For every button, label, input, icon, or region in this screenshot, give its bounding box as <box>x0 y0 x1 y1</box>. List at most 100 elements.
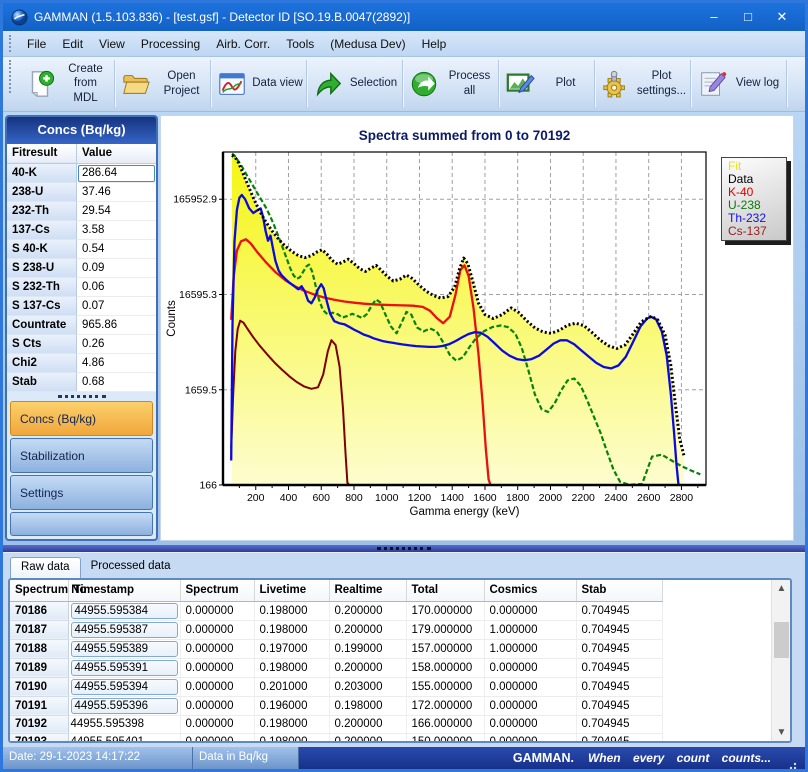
timestamp-cell[interactable]: 44955.595387 <box>68 620 180 639</box>
spectrum-no-cell[interactable]: 70187 <box>10 620 68 639</box>
column-header-total[interactable]: Total <box>406 580 484 601</box>
minimize-button[interactable]: – <box>697 4 731 30</box>
svg-text:2000: 2000 <box>539 492 563 504</box>
table-row[interactable]: 7018644955.5953840.0000000.1980000.20000… <box>10 601 662 620</box>
scrollbar-thumb[interactable] <box>774 622 789 658</box>
scroll-up-icon[interactable]: ▲ <box>772 580 791 597</box>
fit-row-s-cts: S Cts0.26 <box>7 335 156 354</box>
menu-item-airb-corr[interactable]: Airb. Corr. <box>208 33 278 55</box>
menubar-grip[interactable] <box>9 35 14 53</box>
fit-value[interactable]: 37.46 <box>77 183 156 202</box>
main-area: Concs (Bq/kg) FitresultValue40-K286.6423… <box>3 112 805 545</box>
menu-item-edit[interactable]: Edit <box>54 33 91 55</box>
table-row[interactable]: 7019044955.5953940.0000000.2010000.20300… <box>10 677 662 696</box>
fit-value[interactable]: 0.68 <box>77 373 156 392</box>
timestamp-box[interactable]: 44955.595384 <box>71 603 178 619</box>
fit-value[interactable]: 0.06 <box>77 278 156 297</box>
fit-value[interactable]: 29.54 <box>77 202 156 221</box>
menu-item-processing[interactable]: Processing <box>133 33 208 55</box>
maximize-button[interactable]: □ <box>731 4 765 30</box>
nav-button-concs-bq-kg[interactable]: Concs (Bq/kg) <box>10 401 153 436</box>
timestamp-cell[interactable]: 44955.595401 <box>68 733 180 743</box>
timestamp-cell[interactable]: 44955.595398 <box>68 715 180 733</box>
toolbar-button-plot-settings[interactable]: Plot settings... <box>595 60 691 107</box>
fit-value[interactable]: 4.86 <box>77 354 156 373</box>
fit-table-header: FitresultValue <box>7 144 156 164</box>
column-header-livetime[interactable]: Livetime <box>254 580 329 601</box>
fit-value[interactable]: 0.54 <box>77 240 156 259</box>
spectrum-no-cell[interactable]: 70191 <box>10 696 68 715</box>
results-splitter[interactable] <box>7 392 156 401</box>
nav-button-stabilization[interactable]: Stabilization <box>10 438 153 473</box>
menu-item-help[interactable]: Help <box>414 33 455 55</box>
data-cell: 170.000000 <box>406 601 484 620</box>
timestamp-cell[interactable]: 44955.595394 <box>68 677 180 696</box>
table-row[interactable]: 7018944955.5953910.0000000.1980000.20000… <box>10 658 662 677</box>
toolbar-button-open-project[interactable]: Open Project <box>115 60 211 107</box>
data-cell: 155.000000 <box>406 677 484 696</box>
toolbar-grip[interactable] <box>9 60 14 93</box>
data-cell: 0.000000 <box>484 715 576 733</box>
timestamp-box[interactable]: 44955.595394 <box>71 679 178 695</box>
toolbar-button-data-view[interactable]: Data view <box>211 60 307 107</box>
timestamp-cell[interactable]: 44955.595391 <box>68 658 180 677</box>
data-cell: 0.704945 <box>576 601 662 620</box>
timestamp-box[interactable]: 44955.595389 <box>71 641 178 657</box>
timestamp-cell[interactable]: 44955.595384 <box>68 601 180 620</box>
spectrum-no-cell[interactable]: 70186 <box>10 601 68 620</box>
column-header-spectrum-no[interactable]: Spectrum No <box>10 580 68 601</box>
tab-raw-data[interactable]: Raw data <box>10 557 81 578</box>
menu-item-view[interactable]: View <box>91 33 133 55</box>
resize-grip-icon[interactable] <box>787 757 797 767</box>
spectrum-no-cell[interactable]: 70192 <box>10 715 68 733</box>
menu-item-file[interactable]: File <box>19 33 54 55</box>
window-title: GAMMAN (1.5.103.836) - [test.gsf] - Dete… <box>34 10 697 24</box>
column-header-stab[interactable]: Stab <box>576 580 662 601</box>
table-row[interactable]: 7019244955.5953980.0000000.1980000.20000… <box>10 715 662 733</box>
timestamp-box[interactable]: 44955.595396 <box>71 698 178 714</box>
spectrum-no-cell[interactable]: 70189 <box>10 658 68 677</box>
horizontal-splitter[interactable] <box>3 545 805 553</box>
fit-label: S 137-Cs <box>7 297 77 316</box>
fit-value[interactable]: 0.26 <box>77 335 156 354</box>
fit-value[interactable]: 0.09 <box>77 259 156 278</box>
column-header-realtime[interactable]: Realtime <box>329 580 406 601</box>
data-cell: 157.000000 <box>406 639 484 658</box>
nav-button-blank[interactable] <box>10 512 153 536</box>
raw-data-table: Spectrum NoTimestampSpectrumLivetimeReal… <box>10 580 663 743</box>
column-header-timestamp[interactable]: Timestamp <box>68 580 180 601</box>
table-row[interactable]: 7018844955.5953890.0000000.1970000.19900… <box>10 639 662 658</box>
menu-item-tools[interactable]: Tools <box>278 33 322 55</box>
menu-item-medusa-dev[interactable]: (Medusa Dev) <box>322 33 413 55</box>
table-row[interactable]: 7019344955.5954010.0000000.1980000.20000… <box>10 733 662 743</box>
svg-text:2600: 2600 <box>637 492 661 504</box>
toolbar-button-plot[interactable]: Plot <box>499 60 595 107</box>
timestamp-cell[interactable]: 44955.595396 <box>68 696 180 715</box>
toolbar-button-view-log[interactable]: View log <box>691 60 787 107</box>
table-row[interactable]: 7018744955.5953870.0000000.1980000.20000… <box>10 620 662 639</box>
column-header-spectrum[interactable]: Spectrum <box>180 580 254 601</box>
spectrum-no-cell[interactable]: 70188 <box>10 639 68 658</box>
selection-arrow-icon <box>313 69 343 99</box>
brand-text: GAMMAN. <box>513 751 574 765</box>
spectrum-no-cell[interactable]: 70193 <box>10 733 68 743</box>
scroll-down-icon[interactable]: ▼ <box>772 724 791 741</box>
spectrum-no-cell[interactable]: 70190 <box>10 677 68 696</box>
nav-button-settings[interactable]: Settings <box>10 475 153 510</box>
fit-value[interactable]: 0.07 <box>77 297 156 316</box>
table-row[interactable]: 7019144955.5953960.0000000.1960000.19800… <box>10 696 662 715</box>
column-header-cosmics[interactable]: Cosmics <box>484 580 576 601</box>
toolbar-button-selection[interactable]: Selection <box>307 60 403 107</box>
fit-value[interactable]: 3.58 <box>77 221 156 240</box>
tab-processed-data[interactable]: Processed data <box>81 557 181 578</box>
table-scrollbar[interactable]: ▲ ▼ <box>771 580 790 741</box>
toolbar-button-process-all[interactable]: Process all <box>403 60 499 107</box>
fit-value[interactable]: 965.86 <box>77 316 156 335</box>
timestamp-cell[interactable]: 44955.595389 <box>68 639 180 658</box>
results-nav: Concs (Bq/kg)StabilizationSettings <box>7 401 156 536</box>
close-button[interactable]: ✕ <box>765 4 799 30</box>
fit-value[interactable]: 286.64 <box>77 164 156 183</box>
timestamp-box[interactable]: 44955.595391 <box>71 660 178 676</box>
toolbar-button-create-from-mdl[interactable]: Create from MDL <box>19 60 115 107</box>
timestamp-box[interactable]: 44955.595387 <box>71 622 178 638</box>
